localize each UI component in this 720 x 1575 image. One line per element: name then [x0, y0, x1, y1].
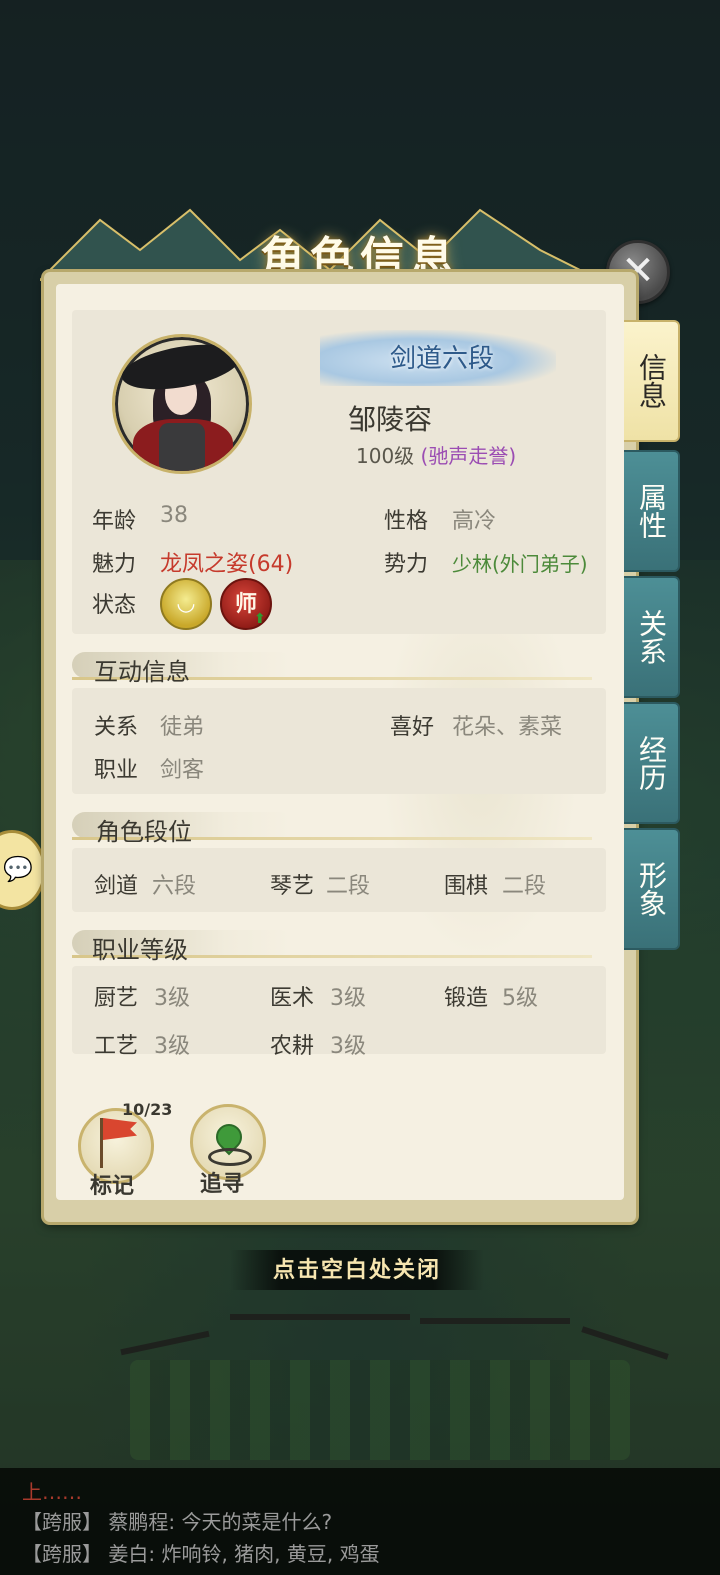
mark-label: 标记 [90, 1174, 135, 1199]
job-level-value: 5级 [502, 986, 538, 1011]
ranks-title: 角色段位 [96, 818, 192, 846]
rank-value: 二段 [502, 874, 547, 899]
job-level-label: 农耕 [270, 1034, 315, 1059]
job-label: 职业 [94, 758, 139, 783]
rank-label: 剑道 [94, 874, 139, 899]
bowl-icon[interactable]: ◡ [160, 578, 212, 630]
arrow-up-icon: ⬆ [254, 611, 266, 627]
rank-label: 围棋 [444, 874, 489, 899]
tab-label: 经历 [635, 735, 668, 791]
job-level-value: 3级 [330, 1034, 366, 1059]
job-level-label: 医术 [270, 986, 315, 1011]
tab-label: 关系 [635, 609, 668, 665]
job-level-value: 3级 [154, 1034, 190, 1059]
job-level-label: 厨艺 [94, 986, 139, 1011]
job-level-label: 锻造 [444, 986, 489, 1011]
relation-value: 徒弟 [160, 715, 205, 740]
chat-message: 【跨服】 姜白: 炸响铃, 猪肉, 黄豆, 鸡蛋 [22, 1542, 380, 1566]
tab-label: 信息 [635, 353, 668, 409]
status-label: 状态 [92, 593, 137, 618]
relation-label: 关系 [94, 715, 139, 740]
chat-panel[interactable]: 上…… 【跨服】 蔡鹏程: 今天的菜是什么? 【跨服】 姜白: 炸响铃, 猪肉,… [0, 1468, 720, 1575]
job-level-value: 3级 [154, 986, 190, 1011]
interaction-title: 互动信息 [94, 658, 190, 686]
hobby-label: 喜好 [390, 715, 435, 740]
level-value: 100级 [356, 444, 415, 468]
faction-label: 势力 [384, 552, 429, 577]
mark-counter: 10/23 [122, 1100, 173, 1119]
hobby-value: 花朵、素菜 [452, 715, 563, 740]
tab-label: 形象 [635, 861, 668, 917]
reputation-value: (驰声走誉) [420, 444, 517, 468]
rank-value: 六段 [152, 874, 197, 899]
tab-appearance[interactable]: 形象 [624, 828, 680, 950]
interaction-card [72, 688, 606, 794]
chat-bubble-icon: 💬 [3, 855, 33, 883]
avatar[interactable] [112, 334, 252, 474]
job-level-label: 工艺 [94, 1034, 139, 1059]
personality-value: 高冷 [452, 509, 497, 534]
tab-label: 属性 [635, 483, 668, 539]
charm-value: 龙凤之姿(64) [160, 552, 294, 577]
rank-label: 琴艺 [270, 874, 315, 899]
rank-title: 剑道六段 [389, 344, 494, 374]
flag-icon [100, 1118, 103, 1168]
track-label: 追寻 [200, 1172, 245, 1197]
charm-label: 魅力 [92, 552, 137, 577]
chat-message: 【跨服】 蔡鹏程: 今天的菜是什么? [22, 1510, 333, 1534]
tab-history[interactable]: 经历 [624, 702, 680, 824]
rank-value: 二段 [326, 874, 371, 899]
age-label: 年龄 [92, 509, 137, 534]
personality-label: 性格 [384, 509, 429, 534]
job-level-value: 3级 [330, 986, 366, 1011]
location-pin-base [208, 1148, 252, 1166]
age-value: 38 [160, 503, 188, 528]
chat-top-line: 上…… [22, 1480, 82, 1504]
tab-info[interactable]: 信息 [624, 320, 680, 442]
job-levels-title: 职业等级 [92, 936, 188, 964]
faction-value: 少林(外门弟子) [452, 552, 588, 576]
job-value: 剑客 [160, 758, 205, 783]
tab-relations[interactable]: 关系 [624, 576, 680, 698]
character-level: 100级 (驰声走誉) [356, 440, 516, 469]
character-name: 邹陵容 [348, 403, 433, 436]
tab-attributes[interactable]: 属性 [624, 450, 680, 572]
close-hint[interactable]: 点击空白处关闭 [230, 1250, 484, 1290]
